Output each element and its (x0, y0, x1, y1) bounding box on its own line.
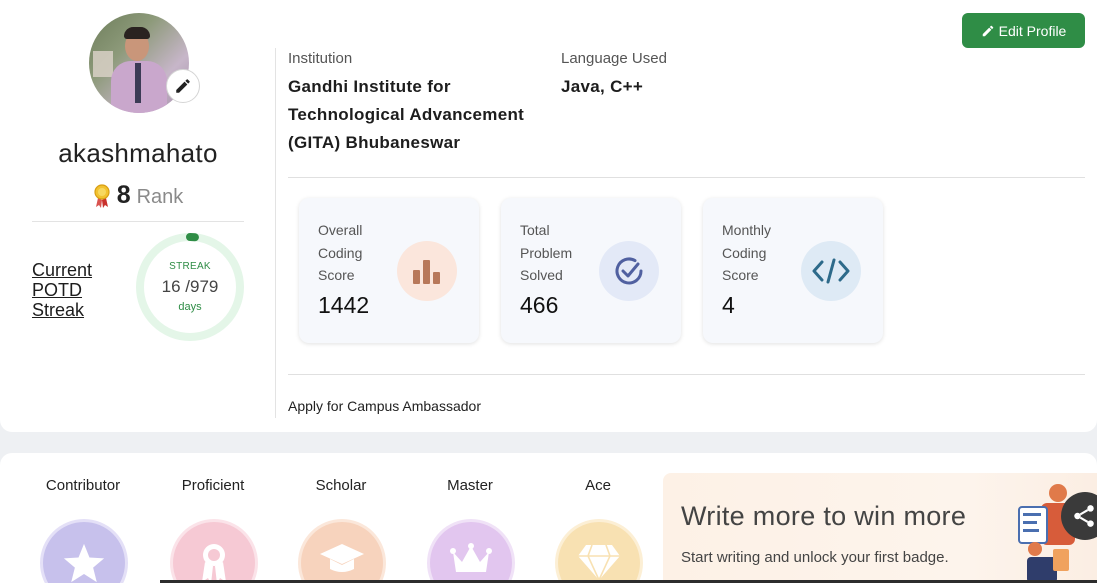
streak-value: 16 /979 (162, 277, 219, 297)
badge-name: Ace (585, 477, 611, 494)
stat-value: 4 (722, 292, 735, 318)
language-label: Language Used (561, 50, 667, 67)
promo-subtitle: Start writing and unlock your first badg… (681, 549, 949, 566)
stat-value: 466 (520, 292, 559, 318)
vertical-divider (275, 48, 276, 418)
promo-title: Write more to win more (681, 501, 967, 531)
stat-card-monthly-score: Monthly Coding Score 4 (703, 198, 883, 343)
promo-banner: Write more to win more Start writing and… (663, 473, 1097, 583)
check-circle-icon (599, 241, 659, 301)
badge-name: Master (447, 477, 493, 494)
divider (32, 221, 244, 222)
streak-label: STREAK (169, 261, 211, 272)
stat-label: Overall Coding Score (318, 222, 363, 283)
medal-icon (94, 183, 110, 208)
pencil-icon (176, 79, 190, 93)
stat-label: Monthly Coding Score (722, 222, 772, 283)
potd-streak-link[interactable]: Current POTD Streak (32, 260, 112, 320)
badge-name: Scholar (315, 477, 367, 494)
badge-name: Proficient (181, 477, 245, 494)
edit-profile-button[interactable]: Edit Profile (962, 13, 1085, 48)
institution-label: Institution (288, 50, 353, 67)
star-icon (43, 522, 125, 583)
stat-card-overall-score: Overall Coding Score 1442 (299, 198, 479, 343)
share-icon (1074, 505, 1094, 527)
language-value: Java, C++ (561, 77, 644, 96)
pencil-icon (982, 25, 993, 36)
stat-card-problems-solved: Total Problem Solved 466 (501, 198, 681, 343)
ribbon-icon (173, 522, 255, 583)
institution-value: Gandhi Institute for Technological Advan… (288, 77, 525, 152)
profile-card: akashmahato 8 Rank Current POTD Streak S… (0, 0, 1097, 432)
divider (288, 177, 1085, 178)
streak-current: 16 (161, 277, 181, 296)
streak-unit: days (178, 301, 202, 313)
streak-text: STREAK 16 /979 days (134, 231, 246, 343)
campus-ambassador-link[interactable]: Apply for Campus Ambassador (288, 398, 481, 414)
rank-row: 8 Rank (32, 181, 244, 210)
rank-label: Rank (136, 186, 184, 208)
avatar-container (89, 13, 200, 113)
rank-value: 8 (116, 181, 131, 209)
bar-chart-icon (397, 241, 457, 301)
stat-label: Total Problem Solved (520, 222, 573, 283)
stat-value: 1442 (318, 292, 370, 318)
code-icon (801, 241, 861, 301)
edit-profile-label: Edit Profile (998, 22, 1067, 39)
streak-total: /979 (185, 277, 219, 296)
crown-icon (430, 522, 512, 583)
divider (288, 374, 1085, 375)
badge-name: Contributor (45, 477, 121, 494)
graduation-cap-icon (301, 522, 383, 583)
diamond-icon (558, 522, 640, 583)
username: akashmahato (58, 138, 218, 168)
edit-avatar-button[interactable] (166, 69, 200, 103)
badges-card: Contributor Proficient Scholar Master Ac… (0, 453, 1097, 583)
